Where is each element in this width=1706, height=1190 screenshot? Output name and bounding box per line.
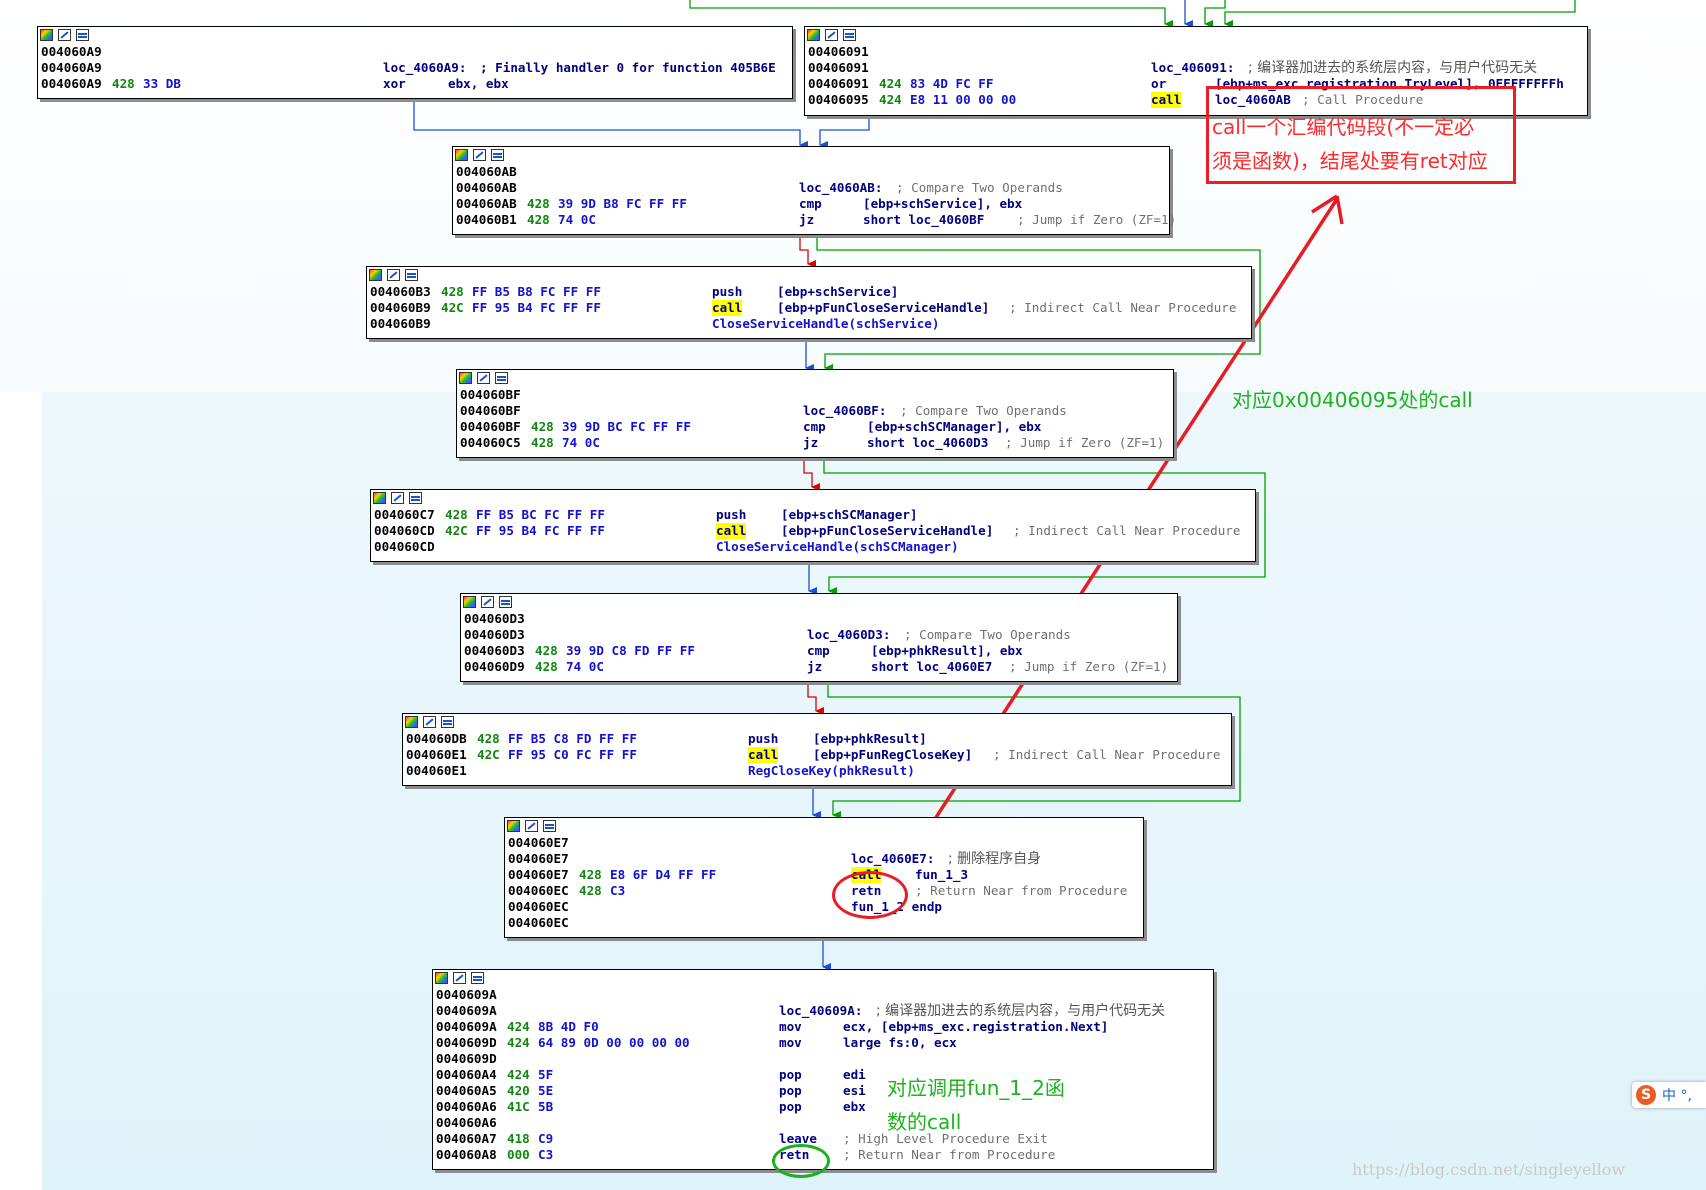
code-block-n4[interactable]: 004060B3 428 FF B5 B8 FC FF FF push [ebp+sch… xyxy=(366,266,1252,339)
asm-line[interactable]: 0040609A loc_40609A:; 编译器加进去的系统层内容，与用户代码无… xyxy=(433,1003,1213,1019)
asm-line[interactable]: 004060BF loc_4060BF:; Compare Two Operand… xyxy=(457,403,1173,419)
asm-line[interactable]: 004060BF xyxy=(457,387,1173,403)
edit-node-icon[interactable] xyxy=(481,596,494,608)
node-list-icon[interactable] xyxy=(405,269,418,281)
code-block-n1[interactable]: 004060A9 004060A9 loc_4060A9:; Finally ha… xyxy=(37,26,793,99)
code-block-n9[interactable]: 004060E7 004060E7 loc_4060E7:; 删除程序自身 004… xyxy=(504,817,1144,938)
edge-n5-n6-false xyxy=(803,457,820,491)
asm-line[interactable]: 004060AB 428 39 9D B8 FC FF FF cmp [ebp+schS… xyxy=(453,196,1169,212)
asm-line[interactable]: 004060A6 xyxy=(433,1115,1213,1131)
graph-colors-icon[interactable] xyxy=(807,29,820,41)
asm-line[interactable]: 004060E7 xyxy=(505,835,1143,851)
edit-node-icon[interactable] xyxy=(453,972,466,984)
asm-line[interactable]: 004060C7 428 FF B5 BC FC FF FF push [ebp+sch… xyxy=(371,507,1255,523)
edit-node-icon[interactable] xyxy=(391,492,404,504)
edit-node-icon[interactable] xyxy=(423,716,436,728)
edge-n3-n4-false xyxy=(799,234,816,268)
node-list-icon[interactable] xyxy=(471,972,484,984)
asm-line[interactable]: 004060CD 42C FF 95 B4 FC FF FF call [ebp+pFu… xyxy=(371,523,1255,539)
asm-line[interactable]: 004060A7 418 C9 leave; High Level Procedure… xyxy=(433,1131,1213,1147)
asm-line[interactable]: 004060EC fun_1_2 endp xyxy=(505,899,1143,915)
node-list-icon[interactable] xyxy=(495,372,508,384)
asm-line[interactable]: 004060E1 RegCloseKey(phkResult) xyxy=(403,763,1231,779)
asm-line[interactable]: 0040609D 424 64 89 0D 00 00 00 00 mov large … xyxy=(433,1035,1213,1051)
edit-node-icon[interactable] xyxy=(477,372,490,384)
asm-line[interactable]: 004060B3 428 FF B5 B8 FC FF FF push [ebp+sch… xyxy=(367,284,1251,300)
annotation-green-mid: 对应0x00406095处的call xyxy=(1232,388,1473,412)
graph-colors-icon[interactable] xyxy=(463,596,476,608)
ime-mode-label[interactable]: 中 °, xyxy=(1662,1085,1692,1105)
asm-line[interactable]: 004060D3 xyxy=(461,611,1177,627)
annotation-green-circle xyxy=(772,1144,830,1178)
asm-line[interactable]: 004060EC 428 C3 retn; Return Near from Proc… xyxy=(505,883,1143,899)
graph-colors-icon[interactable] xyxy=(369,269,382,281)
code-block-n5[interactable]: 004060BF 004060BF loc_4060BF:; Compare Tw… xyxy=(456,369,1174,458)
node-list-icon[interactable] xyxy=(491,149,504,161)
asm-line[interactable]: 004060E7 428 E8 6F D4 FF FF call fun_1_3 xyxy=(505,867,1143,883)
edit-node-icon[interactable] xyxy=(58,29,71,41)
edge-top-green-3 xyxy=(1224,0,1576,28)
asm-line[interactable]: 00406091 xyxy=(805,44,1587,60)
asm-line[interactable]: 00406091 loc_406091:; 编译器加进去的系统层内容，与用户代码无… xyxy=(805,60,1587,76)
graph-colors-icon[interactable] xyxy=(40,29,53,41)
graph-colors-icon[interactable] xyxy=(455,149,468,161)
edge-top-green-1 xyxy=(689,0,1173,28)
ime-toolbar[interactable]: S 中 °, xyxy=(1632,1082,1706,1108)
asm-line[interactable]: 004060B9 42C FF 95 B4 FC FF FF call [ebp+pFu… xyxy=(367,300,1251,316)
asm-line[interactable]: 004060AB xyxy=(453,164,1169,180)
edit-node-icon[interactable] xyxy=(387,269,400,281)
edge-n7-n8-false xyxy=(807,681,824,715)
node-list-icon[interactable] xyxy=(76,29,89,41)
code-block-n6[interactable]: 004060C7 428 FF B5 BC FC FF FF push [ebp+sch… xyxy=(370,489,1256,562)
asm-line[interactable]: 004060DB 428 FF B5 C8 FD FF FF push [ebp+phk… xyxy=(403,731,1231,747)
node-list-icon[interactable] xyxy=(843,29,856,41)
asm-line[interactable]: 004060D3 428 39 9D C8 FD FF FF cmp [ebp+phkR… xyxy=(461,643,1177,659)
code-block-n10[interactable]: 0040609A 0040609A loc_40609A:; 编译器加进去的系统层… xyxy=(432,969,1214,1170)
node-list-icon[interactable] xyxy=(409,492,422,504)
code-block-n7[interactable]: 004060D3 004060D3 loc_4060D3:; Compare Tw… xyxy=(460,593,1178,682)
asm-line[interactable]: 004060A6 41C 5B pop ebx xyxy=(433,1099,1213,1115)
asm-line[interactable]: 0040609A 424 8B 4D F0 mov ecx, [ebp+ms_exc.r… xyxy=(433,1019,1213,1035)
node-list-icon[interactable] xyxy=(499,596,512,608)
watermark: https://blog.csdn.net/singleyellow xyxy=(1352,1160,1626,1179)
asm-line[interactable]: 004060A9 loc_4060A9:; Finally handler 0 f… xyxy=(38,60,792,76)
annotation-red-text-2: 须是函数)，结尾处要有ret对应 xyxy=(1212,149,1488,173)
sogou-logo-icon[interactable]: S xyxy=(1636,1085,1656,1105)
graph-colors-icon[interactable] xyxy=(459,372,472,384)
asm-line[interactable]: 004060E1 42C FF 95 C0 FC FF FF call [ebp+pFu… xyxy=(403,747,1231,763)
asm-line[interactable]: 004060E7 loc_4060E7:; 删除程序自身 xyxy=(505,851,1143,867)
graph-colors-icon[interactable] xyxy=(507,820,520,832)
graph-colors-icon[interactable] xyxy=(405,716,418,728)
code-block-n8[interactable]: 004060DB 428 FF B5 C8 FD FF FF push [ebp+phk… xyxy=(402,713,1232,786)
edge-n1-n3 xyxy=(413,93,808,149)
graph-colors-icon[interactable] xyxy=(373,492,386,504)
annotation-red-circle xyxy=(832,871,908,919)
edit-node-icon[interactable] xyxy=(525,820,538,832)
asm-line[interactable]: 004060D9 428 74 0C jz short loc_4060E7; Jump… xyxy=(461,659,1177,675)
asm-line[interactable]: 004060A9 428 33 DB xor ebx, ebx xyxy=(38,76,792,92)
graph-colors-icon[interactable] xyxy=(435,972,448,984)
asm-line[interactable]: 004060A4 424 5F pop edi xyxy=(433,1067,1213,1083)
asm-line[interactable]: 004060B1 428 74 0C jz short loc_4060BF; Jump… xyxy=(453,212,1176,228)
asm-line[interactable]: 004060B9 CloseServiceHandle(schService) xyxy=(367,316,1251,332)
asm-line[interactable]: 004060D3 loc_4060D3:; Compare Two Operand… xyxy=(461,627,1177,643)
asm-line[interactable]: 004060BF 428 39 9D BC FC FF FF cmp [ebp+schS… xyxy=(457,419,1173,435)
asm-line[interactable]: 0040609A xyxy=(433,987,1213,1003)
edge-top-green-2 xyxy=(1204,0,1226,28)
code-block-n3[interactable]: 004060AB 004060AB loc_4060AB:; Compare Tw… xyxy=(452,146,1176,235)
asm-line[interactable]: 004060A9 xyxy=(38,44,792,60)
asm-line[interactable]: 0040609D xyxy=(433,1051,1213,1067)
asm-line[interactable]: 004060A5 420 5E pop esi xyxy=(433,1083,1213,1099)
annotation-red-text-1: call一个汇编代码段(不一定必 xyxy=(1212,115,1475,139)
annotation-green-bottom-2: 数的call xyxy=(887,1110,962,1134)
asm-line[interactable]: 004060CD CloseServiceHandle(schSCManager) xyxy=(371,539,1255,555)
annotation-green-bottom-1: 对应调用fun_1_2函 xyxy=(887,1076,1065,1100)
asm-line[interactable]: 004060C5 428 74 0C jz short loc_4060D3; Jump… xyxy=(457,435,1173,451)
node-list-icon[interactable] xyxy=(543,820,556,832)
edit-node-icon[interactable] xyxy=(473,149,486,161)
node-list-icon[interactable] xyxy=(441,716,454,728)
edit-node-icon[interactable] xyxy=(825,29,838,41)
asm-line[interactable]: 004060EC xyxy=(505,915,1143,931)
asm-line[interactable]: 004060AB loc_4060AB:; Compare Two Operand… xyxy=(453,180,1169,196)
